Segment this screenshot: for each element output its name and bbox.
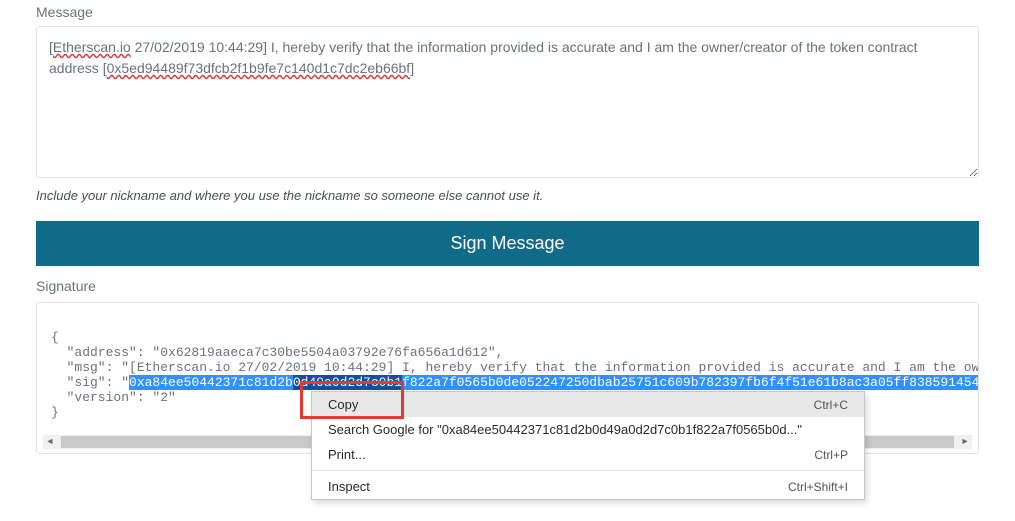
sig-brace-open: { — [51, 330, 59, 345]
context-menu-separator — [312, 470, 864, 471]
scroll-left-button[interactable]: ◄ — [43, 435, 57, 449]
context-menu-inspect-shortcut: Ctrl+Shift+I — [788, 480, 848, 494]
context-menu: Copy Ctrl+C Search Google for "0xa84ee50… — [311, 391, 865, 500]
sig-version-line: "version": "2" — [51, 390, 176, 405]
context-menu-print-shortcut: Ctrl+P — [814, 448, 848, 462]
context-menu-print-label: Print... — [328, 447, 366, 462]
message-domain: Etherscan.io — [53, 39, 131, 55]
context-menu-search-label: Search Google for "0xa84ee50442371c81d2b… — [328, 422, 802, 437]
scroll-right-button[interactable]: ► — [958, 435, 972, 449]
message-textarea[interactable]: [Etherscan.io 27/02/2019 10:44:29] I, he… — [36, 26, 979, 178]
signature-label: Signature — [36, 278, 979, 294]
message-hint: Include your nickname and where you use … — [36, 188, 979, 203]
context-menu-copy-shortcut: Ctrl+C — [814, 398, 848, 412]
context-menu-print[interactable]: Print... Ctrl+P — [312, 442, 864, 467]
sig-selected-text: 0xa84ee50442371c81d2b — [129, 375, 293, 390]
message-address: 0x5ed94489f73dfcb2f1b9fe7c140d1c7dc2eb66… — [107, 60, 411, 76]
context-menu-inspect-label: Inspect — [328, 479, 370, 494]
context-menu-search[interactable]: Search Google for "0xa84ee50442371c81d2b… — [312, 417, 864, 442]
context-menu-copy[interactable]: Copy Ctrl+C — [312, 392, 864, 417]
sig-address-line: "address": "0x62819aaeca7c30be5504a03792… — [51, 345, 503, 360]
context-menu-copy-label: Copy — [328, 397, 358, 412]
context-menu-inspect[interactable]: Inspect Ctrl+Shift+I — [312, 474, 864, 499]
sig-msg-line: "msg": "[Etherscan.io 27/02/2019 10:44:2… — [51, 360, 979, 375]
sig-sig-line: "sig": "0xa84ee50442371c81d2b0d49a0d2d7c… — [51, 375, 979, 390]
sig-brace-close: } — [51, 405, 59, 420]
sign-message-button[interactable]: Sign Message — [36, 221, 979, 266]
message-label: Message — [36, 4, 979, 20]
